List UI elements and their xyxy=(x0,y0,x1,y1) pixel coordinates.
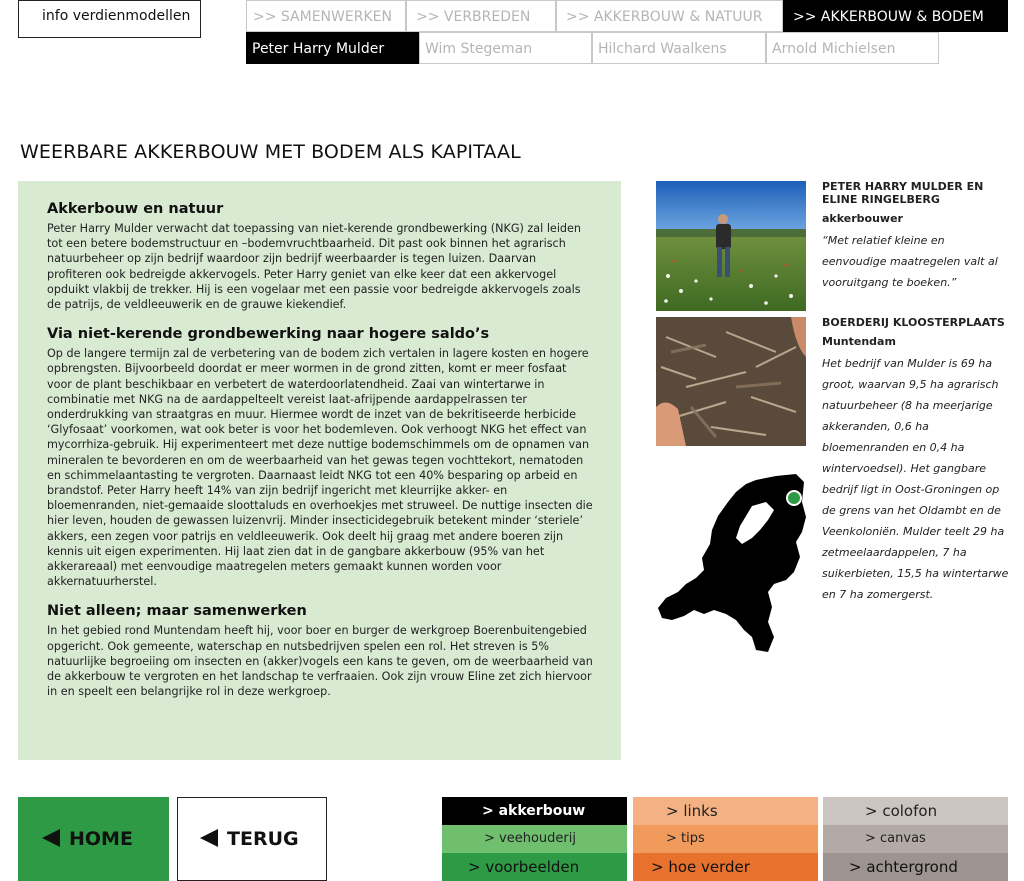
page-title: WEERBARE AKKERBOUW MET BODEM ALS KAPITAA… xyxy=(20,141,521,163)
person-info: PETER HARRY MULDER EN ELINE RINGELBERG a… xyxy=(822,180,1012,293)
person-name: PETER HARRY MULDER EN ELINE RINGELBERG xyxy=(822,180,984,206)
netherlands-map xyxy=(656,472,808,657)
footer-menu-item[interactable]: > voorbeelden xyxy=(442,853,627,881)
person-tab-peter-harry-mulder[interactable]: Peter Harry Mulder xyxy=(246,32,419,64)
farmer-photo xyxy=(656,181,806,311)
section-heading: Akkerbouw en natuur xyxy=(47,201,224,217)
back-label: TERUG xyxy=(227,828,299,850)
footer-menu-item[interactable]: > hoe verder xyxy=(633,853,818,881)
person-role: akkerbouwer xyxy=(822,212,903,225)
section-heading: Niet alleen; maar samenwerken xyxy=(47,603,307,620)
back-button[interactable]: TERUG xyxy=(177,797,327,881)
farm-description: Het bedrijf van Mulder is 69 ha groot, w… xyxy=(822,357,1009,601)
article-panel: Akkerbouw en natuur Peter Harry Mulder v… xyxy=(18,181,621,760)
farm-name: BOERDERIJ KLOOSTERPLAATS xyxy=(822,316,1005,329)
tab-verbreden[interactable]: >> VERBREDEN xyxy=(406,0,556,32)
tab-samenwerken[interactable]: >> SAMENWERKEN xyxy=(246,0,406,32)
footer-menu-item[interactable]: > tips xyxy=(633,825,818,853)
farm-place: Muntendam xyxy=(822,335,896,348)
section-text: Op de langere termijn zal de verbetering… xyxy=(47,347,593,589)
info-verdienmodellen-button[interactable]: info verdienmodellen xyxy=(18,0,201,38)
person-tab-hilchard-waalkens[interactable]: Hilchard Waalkens xyxy=(592,32,766,64)
soil-photo xyxy=(656,317,806,446)
farm-info: BOERDERIJ KLOOSTERPLAATS Muntendam Het b… xyxy=(822,316,1012,605)
section-text: In het gebied rond Muntendam heeft hij, … xyxy=(47,624,593,699)
arrow-left-icon xyxy=(200,829,218,847)
section-heading: Via niet-kerende grondbewerking naar hog… xyxy=(47,326,490,343)
home-button[interactable]: HOME xyxy=(18,797,169,881)
arrow-left-icon xyxy=(42,829,60,847)
location-marker-icon xyxy=(786,490,802,506)
section-text: Peter Harry Mulder verwacht dat toepassi… xyxy=(47,222,581,312)
footer-menu-item[interactable]: > links xyxy=(633,797,818,825)
person-tab-wim-stegeman[interactable]: Wim Stegeman xyxy=(419,32,592,64)
home-label: HOME xyxy=(69,828,133,850)
person-tab-arnold-michielsen[interactable]: Arnold Michielsen xyxy=(766,32,939,64)
footer-menu-item[interactable]: > canvas xyxy=(823,825,1008,853)
tab-akkerbouw-bodem[interactable]: >> AKKERBOUW & BODEM xyxy=(783,0,1008,32)
person-quote: “Met relatief kleine en eenvoudige maatr… xyxy=(822,234,998,289)
footer-menu-item[interactable]: > akkerbouw xyxy=(442,797,627,825)
footer-menu-item[interactable]: > colofon xyxy=(823,797,1008,825)
footer-menu: > akkerbouw > links > colofon > veehouderij… xyxy=(442,797,1008,881)
tab-akkerbouw-natuur[interactable]: >> AKKERBOUW & NATUUR xyxy=(556,0,783,32)
footer-menu-item[interactable]: > veehouderij xyxy=(442,825,627,853)
footer-menu-item[interactable]: > achtergrond xyxy=(823,853,1008,881)
